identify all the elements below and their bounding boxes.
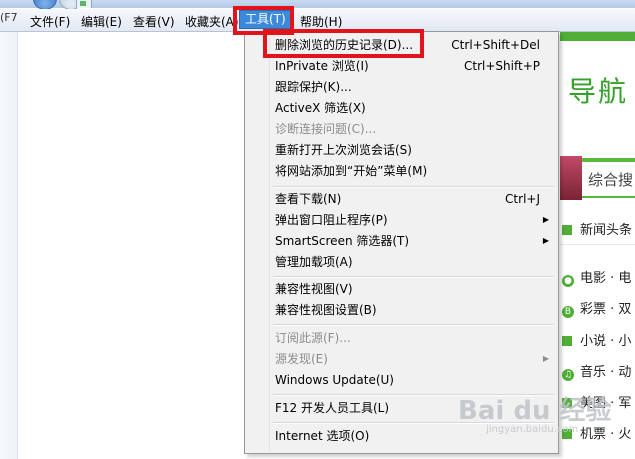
- submenu-arrow-icon: ▶: [542, 236, 549, 245]
- menu-favorites[interactable]: 收藏夹(A): [185, 13, 239, 30]
- menu-item-shortcut: Ctrl+Shift+P: [464, 59, 540, 73]
- site-link-movies[interactable]: ● 电影 · 电: [562, 267, 631, 287]
- menu-item-label: 兼容性视图设置(B): [275, 303, 377, 317]
- menu-item-compat-view[interactable]: 兼容性视图(V): [275, 279, 554, 299]
- menu-separator: [273, 324, 554, 326]
- menu-item-feed-discovery: 源发现(E) ▶: [275, 349, 554, 369]
- film-icon: ●: [562, 275, 574, 287]
- menu-item-smartscreen[interactable]: SmartScreen 筛选器(T) ▶: [275, 231, 554, 251]
- menu-file[interactable]: 文件(F): [30, 13, 70, 30]
- menu-help[interactable]: 帮助(H): [300, 13, 342, 30]
- submenu-arrow-icon: ▶: [542, 215, 549, 224]
- menu-gutter: [269, 34, 270, 451]
- lottery-icon: B: [562, 306, 574, 318]
- menu-item-windows-update[interactable]: Windows Update(U): [275, 370, 554, 390]
- menu-item-label: 兼容性视图(V): [275, 282, 353, 296]
- headphones-icon: ♫: [562, 369, 574, 381]
- menu-item-inprivate[interactable]: InPrivate 浏览(I) Ctrl+Shift+P: [275, 56, 554, 76]
- menu-item-label: Windows Update(U): [275, 373, 394, 387]
- menu-item-shortcut: Ctrl+Shift+Del: [451, 38, 540, 52]
- menu-item-compat-view-settings[interactable]: 兼容性视图设置(B): [275, 300, 554, 320]
- favicon-icon: [80, 1, 86, 6]
- page-photo: [560, 156, 582, 200]
- menu-item-label: 重新打开上次浏览会话(S): [275, 143, 412, 157]
- book-icon: [562, 336, 572, 346]
- menu-item-shortcut: Ctrl+J: [505, 192, 540, 206]
- menu-item-tracking-protection[interactable]: 跟踪保护(K)...: [275, 77, 554, 97]
- menu-edit[interactable]: 编辑(E): [81, 13, 122, 30]
- menu-item-label: 源发现(E): [275, 352, 328, 366]
- window-left-label: (F7: [0, 11, 18, 24]
- site-link-novels[interactable]: 小说 · 小: [562, 330, 631, 349]
- menu-item-label: SmartScreen 筛选器(T): [275, 234, 410, 248]
- baidu-watermark-url: jingyan.baidu.com: [486, 424, 579, 435]
- site-link-music[interactable]: ♫ 音乐 · 动: [562, 361, 631, 381]
- menu-item-label: 将网站添加到“开始”菜单(M): [275, 164, 428, 178]
- menu-item-view-downloads[interactable]: 查看下载(N) Ctrl+J: [275, 189, 554, 209]
- baidu-watermark: Bai du 经验: [458, 396, 612, 426]
- menu-separator: [273, 276, 554, 278]
- menu-item-reopen-session[interactable]: 重新打开上次浏览会话(S): [275, 140, 554, 160]
- menu-item-label: 查看下载(N): [275, 192, 342, 206]
- page-left-edge: [0, 32, 18, 459]
- menu-item-popup-blocker[interactable]: 弹出窗口阻止程序(P) ▶: [275, 210, 554, 230]
- divider: [560, 244, 635, 245]
- menu-item-activex-filter[interactable]: ActiveX 筛选(X): [275, 98, 554, 118]
- site-header-band: [560, 32, 635, 41]
- site-logo: 导航: [568, 75, 629, 108]
- menu-item-label: 诊断连接问题(C)...: [275, 122, 377, 136]
- site-search-label: 综合搜: [588, 171, 634, 189]
- menu-item-label: 管理加载项(A): [275, 255, 353, 269]
- submenu-arrow-icon: ▶: [542, 354, 549, 363]
- title-bar: [0, 0, 635, 8]
- menu-item-label: F12 开发人员工具(L): [275, 401, 390, 415]
- menu-separator: [273, 186, 554, 188]
- menu-view[interactable]: 查看(V): [133, 13, 175, 30]
- menu-item-diagnose-connection: 诊断连接问题(C)...: [275, 119, 554, 139]
- menu-item-label: 跟踪保护(K)...: [275, 80, 352, 94]
- site-link-lottery[interactable]: B 彩票 · 双: [562, 298, 631, 318]
- menu-item-label: 订阅此源(F)...: [275, 331, 351, 345]
- menu-item-label: ActiveX 筛选(X): [275, 101, 366, 115]
- menu-item-label: InPrivate 浏览(I): [275, 59, 369, 73]
- menu-item-label: 弹出窗口阻止程序(P): [275, 213, 388, 227]
- news-icon: [562, 225, 572, 235]
- menu-item-subscribe-feed: 订阅此源(F)...: [275, 328, 554, 348]
- menu-item-add-to-start[interactable]: 将网站添加到“开始”菜单(M): [275, 161, 554, 181]
- highlight-box-delete-history: [263, 29, 424, 58]
- menu-item-label: Internet 选项(O): [275, 429, 370, 443]
- menu-item-manage-addons[interactable]: 管理加载项(A): [275, 252, 554, 272]
- browser-tab[interactable]: [76, 0, 92, 8]
- site-link-news[interactable]: 新闻头条: [562, 219, 632, 238]
